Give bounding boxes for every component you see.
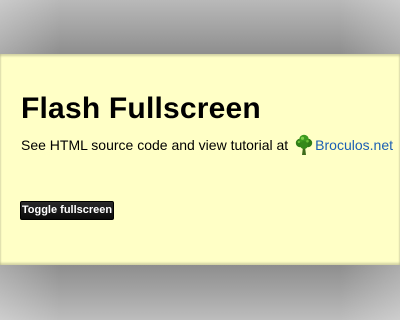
flash-content-area: Flash Fullscreen See HTML source code an… <box>0 54 400 265</box>
subtitle: See HTML source code and view tutorial a… <box>21 133 393 157</box>
broccoli-tree-icon <box>295 134 313 155</box>
subtitle-text: See HTML source code and view tutorial a… <box>21 137 289 153</box>
top-gray-bar <box>0 0 400 54</box>
broculos-link-label: Broculos.net <box>315 137 393 153</box>
broculos-link[interactable]: Broculos.net <box>294 134 393 156</box>
page-title: Flash Fullscreen <box>21 92 261 125</box>
toggle-fullscreen-button[interactable]: Toggle fullscreen <box>20 201 114 220</box>
page: Flash Fullscreen See HTML source code an… <box>0 0 400 320</box>
bottom-gray-bar <box>0 265 400 320</box>
